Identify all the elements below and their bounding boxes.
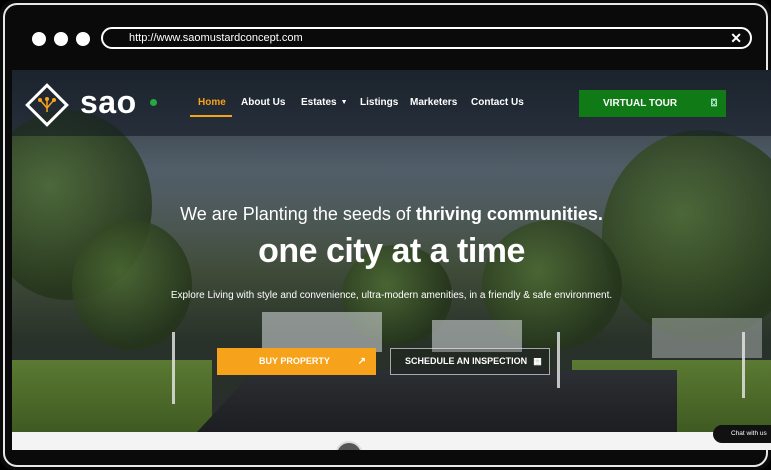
calendar-icon: ▦ [533, 356, 542, 366]
buy-property-button[interactable]: BUY PROPERTY ↗ [217, 348, 376, 375]
hero-tagline-regular: We are Planting the seeds of [180, 204, 416, 224]
address-url: http://www.saomustardconcept.com [129, 32, 303, 44]
nav-estates[interactable]: Estates ▼ [301, 96, 348, 111]
window-dot-icon [54, 32, 68, 46]
close-icon[interactable]: ✕ [730, 29, 742, 47]
logo-dot-icon [150, 99, 157, 106]
site-header: sao Home About Us Estates ▼ Listings Mark… [12, 70, 771, 136]
mailbox-post-graphic [557, 332, 560, 388]
window-dot-icon [32, 32, 46, 46]
nav-active-indicator [190, 115, 232, 117]
nav-listings[interactable]: Listings [360, 96, 398, 110]
virtual-tour-label: VIRTUAL TOUR [603, 98, 678, 109]
sao-logo-icon[interactable] [24, 82, 70, 128]
lawn-graphic [12, 360, 212, 432]
chat-label: Chat with us [731, 430, 767, 437]
next-section-strip [12, 432, 771, 450]
webpage-viewport: sao Home About Us Estates ▼ Listings Mark… [12, 70, 771, 450]
nav-contact[interactable]: Contact Us [471, 96, 524, 110]
virtual-tour-button[interactable]: VIRTUAL TOUR ⌼ [579, 90, 726, 117]
arrow-up-right-icon: ↗ [357, 356, 366, 367]
schedule-inspection-label: SCHEDULE AN INSPECTION [405, 356, 528, 366]
road-graphic [197, 370, 677, 432]
nav-about[interactable]: About Us [241, 96, 285, 110]
nav-estates-label: Estates [301, 97, 337, 108]
logo-text[interactable]: sao [80, 84, 137, 120]
hero-tagline-bold: thriving communities. [415, 204, 603, 224]
nav-marketers[interactable]: Marketers [410, 96, 457, 110]
chat-widget-button[interactable]: Chat with us [713, 425, 771, 443]
window-dot-icon [76, 32, 90, 46]
mailbox-post-graphic [742, 332, 745, 398]
chevron-down-icon: ▼ [340, 99, 348, 106]
nav-home[interactable]: Home [198, 96, 226, 110]
hero-tagline: We are Planting the seeds of thriving co… [12, 202, 771, 226]
hero-subtitle: Explore Living with style and convenienc… [170, 290, 613, 301]
buy-property-label: BUY PROPERTY [259, 356, 330, 366]
vr-headset-icon: ⌼ [711, 98, 717, 109]
schedule-inspection-button[interactable]: SCHEDULE AN INSPECTION ▦ [390, 348, 550, 375]
address-bar[interactable]: http://www.saomustardconcept.com ✕ [101, 27, 752, 49]
hero-title: one city at a time [258, 232, 525, 270]
car-graphic [652, 318, 762, 358]
house-graphic [262, 312, 382, 352]
device-frame: http://www.saomustardconcept.com ✕ sao H… [0, 0, 771, 470]
mailbox-post-graphic [172, 332, 175, 404]
